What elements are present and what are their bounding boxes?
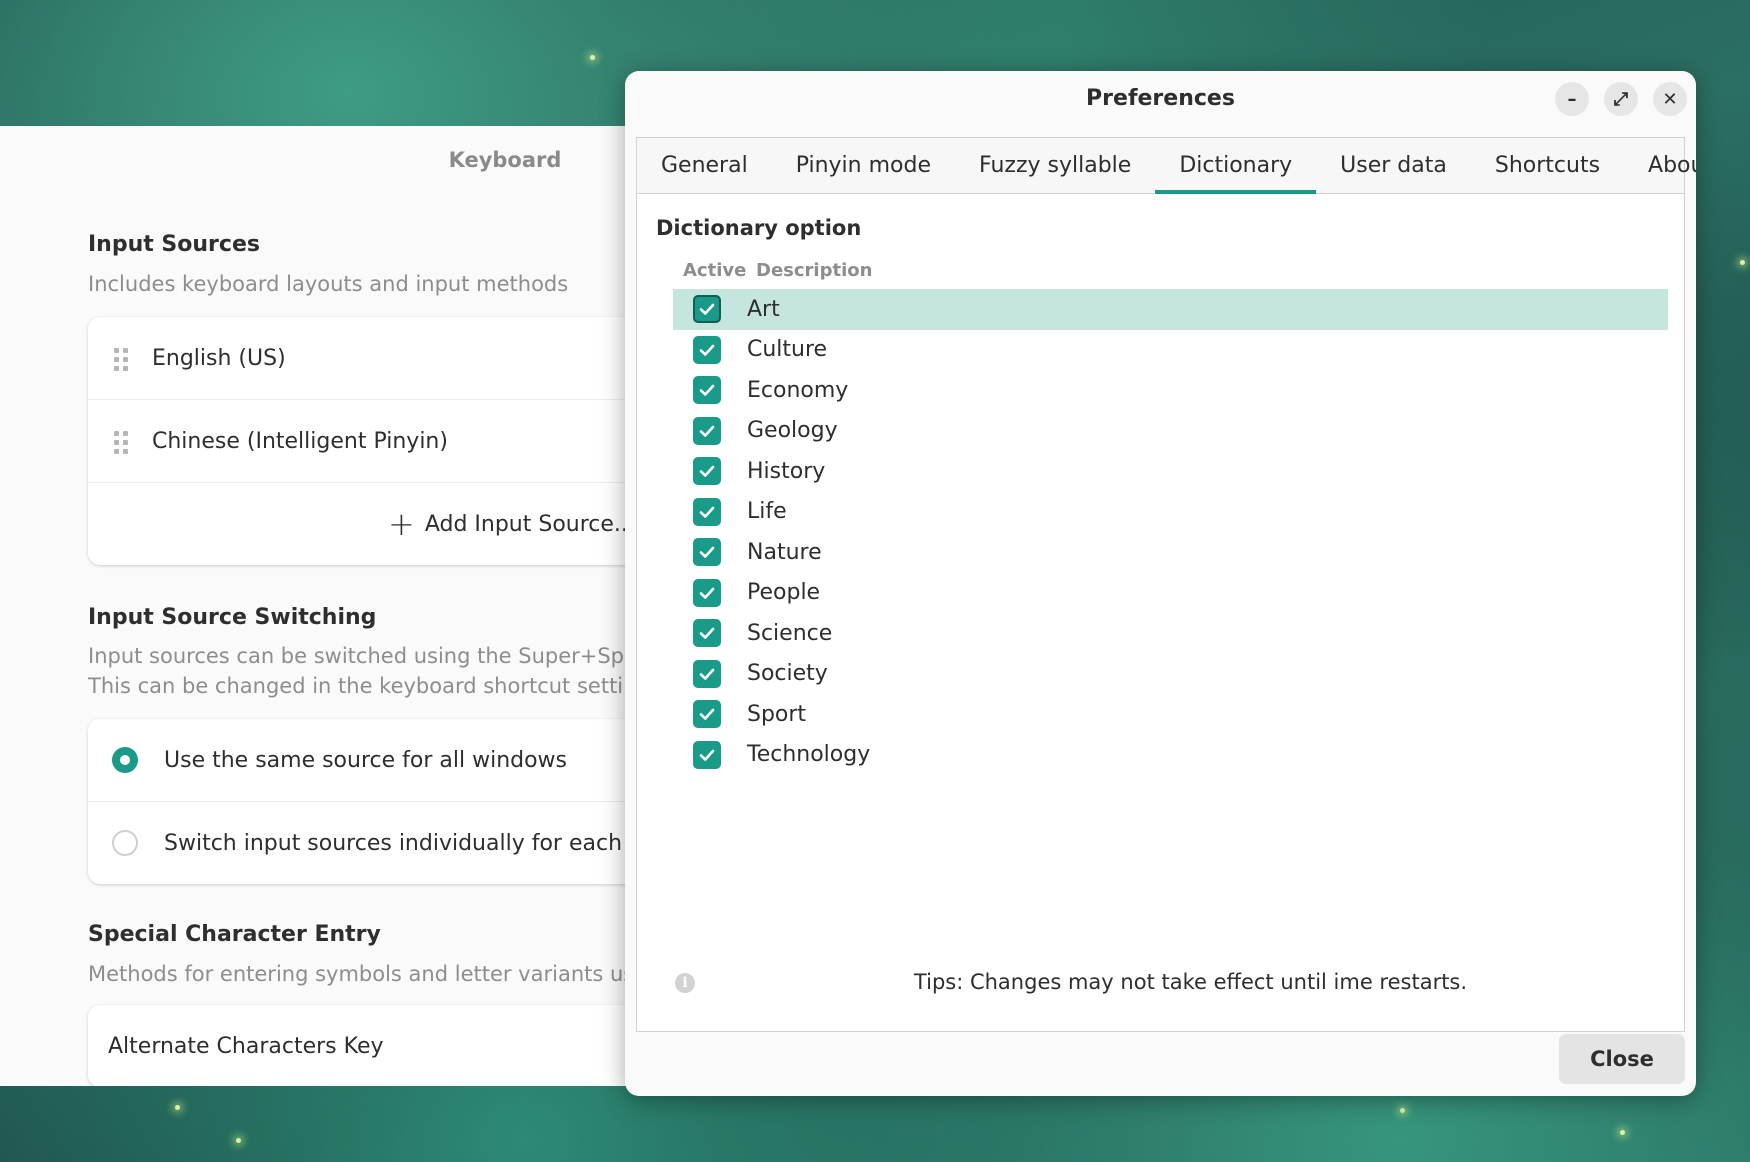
tab-label: User data	[1340, 153, 1447, 178]
close-button-label: Close	[1590, 1047, 1654, 1071]
drag-handle-icon[interactable]	[114, 431, 128, 454]
dictionary-label: Art	[747, 296, 780, 322]
tab-bar: General Pinyin mode Fuzzy syllable Dicti…	[637, 138, 1696, 194]
tab-label: General	[661, 153, 748, 178]
switching-description-line1: Input sources can be switched using the …	[88, 644, 640, 668]
switching-options-card: Use the same source for all windows Swit…	[88, 719, 640, 884]
switching-option-label: Switch input sources individually for ea…	[164, 830, 640, 856]
tab-label: Shortcuts	[1494, 153, 1601, 178]
checkbox-checked-icon[interactable]	[693, 578, 721, 607]
dictionary-label: Geology	[747, 418, 838, 444]
tab-about[interactable]: About	[1624, 138, 1696, 193]
special-description: Methods for entering symbols and letter …	[88, 962, 635, 986]
add-input-source-label: Add Input Source...	[424, 511, 635, 537]
checkbox-checked-icon[interactable]	[693, 659, 721, 688]
special-title: Special Character Entry	[88, 922, 381, 947]
add-input-source-button[interactable]: + Add Input Source...	[88, 483, 640, 565]
special-card: Alternate Characters Key	[88, 1005, 640, 1086]
close-button[interactable]: Close	[1559, 1034, 1685, 1084]
dictionary-label: Nature	[747, 539, 822, 565]
input-sources-title: Input Sources	[88, 232, 260, 257]
close-window-button[interactable]: ✕	[1653, 82, 1687, 116]
dictionary-row[interactable]: Nature	[673, 532, 1668, 573]
dictionary-label: Science	[747, 620, 833, 646]
close-icon: ✕	[1662, 88, 1678, 110]
dictionary-row[interactable]: Society	[673, 654, 1668, 695]
switching-option-individual[interactable]: Switch input sources individually for ea…	[88, 802, 640, 884]
plus-icon: +	[388, 505, 415, 543]
tab-label: Dictionary	[1179, 153, 1293, 178]
dialog-title: Preferences	[1086, 86, 1235, 111]
checkbox-checked-icon[interactable]	[693, 619, 721, 648]
dictionary-row[interactable]: Culture	[673, 330, 1668, 371]
dictionary-row[interactable]: Art	[673, 289, 1668, 330]
dictionary-row[interactable]: People	[673, 573, 1668, 614]
dictionary-label: Technology	[747, 742, 871, 768]
dictionary-row[interactable]: History	[673, 451, 1668, 492]
input-sources-card: English (US) Chinese (Intelligent Pinyin…	[88, 317, 640, 565]
keyboard-settings-window: Keyboard Input Sources Includes keyboard…	[0, 126, 640, 1086]
switching-description-line2: This can be changed in the keyboard shor…	[88, 674, 640, 698]
checkbox-checked-icon[interactable]	[693, 497, 721, 526]
tab-label: About	[1648, 153, 1696, 178]
preferences-content: General Pinyin mode Fuzzy syllable Dicti…	[636, 137, 1696, 1032]
checkbox-checked-icon[interactable]	[693, 700, 721, 729]
preferences-dialog: Preferences – ⤢ ✕ General Pinyin mode Fu…	[625, 71, 1696, 1096]
maximize-button[interactable]: ⤢	[1604, 82, 1638, 116]
dictionary-row[interactable]: Sport	[673, 694, 1668, 735]
checkbox-checked-icon[interactable]	[693, 376, 721, 405]
checkbox-checked-icon[interactable]	[693, 295, 721, 324]
dictionary-row[interactable]: Technology	[673, 735, 1668, 776]
dictionary-option-heading: Dictionary option	[656, 216, 862, 240]
dictionary-label: People	[747, 580, 821, 606]
dictionary-row[interactable]: Science	[673, 613, 1668, 654]
dictionary-label: Life	[747, 499, 787, 525]
alternate-characters-key-label: Alternate Characters Key	[108, 1033, 384, 1059]
input-source-row[interactable]: English (US)	[88, 317, 640, 400]
tab-user-data[interactable]: User data	[1316, 138, 1471, 193]
radio-selected-icon[interactable]	[112, 747, 138, 773]
dictionary-row[interactable]: Geology	[673, 411, 1668, 452]
tab-label: Pinyin mode	[795, 153, 932, 178]
tab-fuzzy-syllable[interactable]: Fuzzy syllable	[955, 138, 1155, 193]
switching-option-same[interactable]: Use the same source for all windows	[88, 719, 640, 802]
checkbox-checked-icon[interactable]	[693, 740, 721, 769]
dictionary-label: Culture	[747, 337, 828, 363]
dictionary-list: Art Culture Economy Geology History Life	[673, 289, 1668, 775]
minimize-icon: –	[1567, 88, 1577, 110]
radio-unselected-icon[interactable]	[112, 830, 138, 856]
tab-shortcuts[interactable]: Shortcuts	[1471, 138, 1624, 193]
input-source-row[interactable]: Chinese (Intelligent Pinyin)	[88, 400, 640, 483]
column-header-description[interactable]: Description	[756, 260, 872, 281]
checkbox-checked-icon[interactable]	[693, 538, 721, 567]
tab-label: Fuzzy syllable	[979, 153, 1132, 178]
input-source-label: Chinese (Intelligent Pinyin)	[152, 428, 448, 454]
input-sources-description: Includes keyboard layouts and input meth…	[88, 272, 569, 296]
drag-handle-icon[interactable]	[114, 348, 128, 371]
tips-text: Tips: Changes may not take effect until …	[913, 970, 1468, 994]
tab-general[interactable]: General	[637, 138, 772, 193]
tab-pinyin-mode[interactable]: Pinyin mode	[772, 138, 955, 193]
column-header-active[interactable]: Active	[683, 260, 746, 281]
keyboard-title: Keyboard	[448, 148, 562, 172]
tab-dictionary[interactable]: Dictionary	[1155, 138, 1317, 194]
switching-title: Input Source Switching	[88, 605, 377, 630]
maximize-icon: ⤢	[1613, 88, 1629, 110]
dictionary-label: Economy	[747, 377, 849, 403]
switching-option-label: Use the same source for all windows	[164, 747, 568, 773]
minimize-button[interactable]: –	[1555, 82, 1589, 116]
dictionary-row[interactable]: Economy	[673, 370, 1668, 411]
checkbox-checked-icon[interactable]	[693, 335, 721, 364]
dictionary-label: Sport	[747, 701, 807, 727]
checkbox-checked-icon[interactable]	[693, 416, 721, 445]
input-source-label: English (US)	[152, 345, 286, 371]
alternate-characters-key-row[interactable]: Alternate Characters Key	[88, 1005, 640, 1086]
dictionary-row[interactable]: Life	[673, 492, 1668, 533]
title-bar[interactable]: Preferences – ⤢ ✕	[625, 71, 1696, 131]
dictionary-label: History	[747, 458, 826, 484]
dictionary-label: Society	[747, 661, 828, 687]
checkbox-checked-icon[interactable]	[693, 457, 721, 486]
